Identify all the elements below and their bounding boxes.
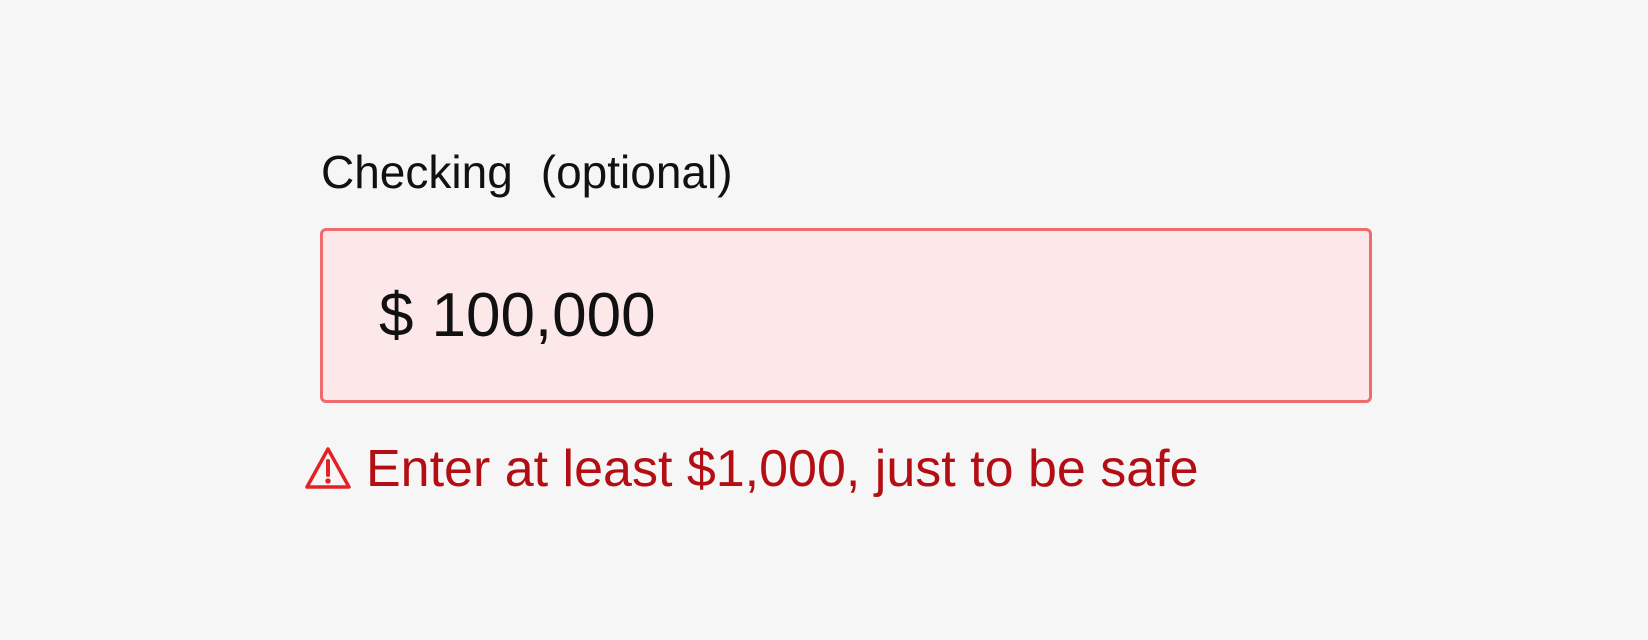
- checking-field: Checking (optional) $ 100,000 Enter at l…: [0, 0, 1648, 640]
- optional-text: (optional): [540, 146, 733, 198]
- input-value-group: $ 100,000: [379, 280, 656, 350]
- warning-icon: [304, 445, 352, 493]
- error-message-text: Enter at least $1,000, just to be safe: [366, 440, 1199, 498]
- amount-value: 100,000: [431, 280, 656, 350]
- error-message: Enter at least $1,000, just to be safe: [304, 441, 1199, 497]
- field-label-text: Checking: [321, 146, 513, 198]
- currency-symbol: $: [379, 280, 414, 350]
- checking-amount-input[interactable]: $ 100,000: [320, 228, 1372, 403]
- field-label: Checking (optional): [321, 144, 733, 200]
